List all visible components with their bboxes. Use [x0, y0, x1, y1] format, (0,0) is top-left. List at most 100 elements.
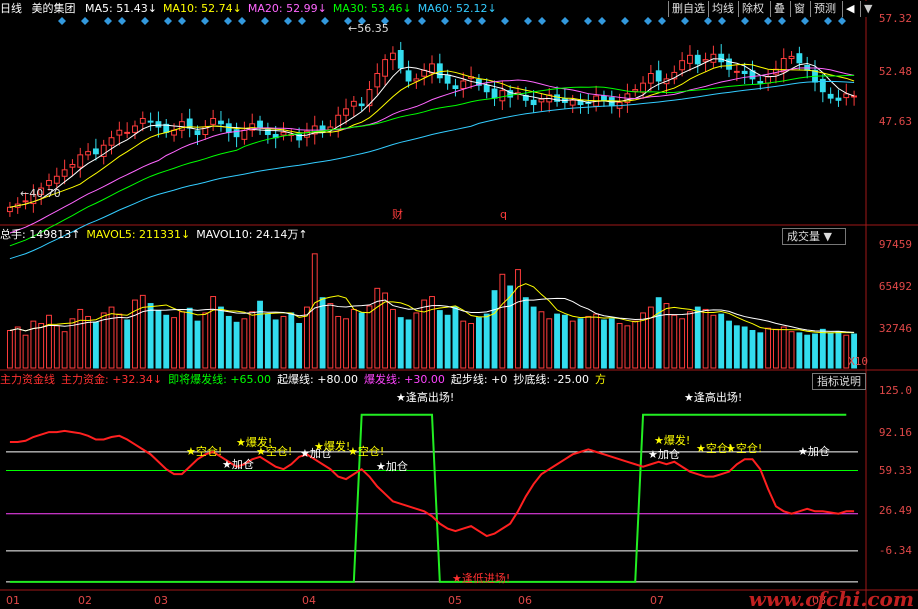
candle-body: [788, 55, 795, 60]
ex-rights-button[interactable]: 除权: [738, 1, 767, 17]
volume-bar: [726, 320, 732, 369]
volume-bar: [272, 319, 279, 369]
volume-bar: [319, 297, 326, 369]
volume-bar: [69, 318, 76, 369]
volume-bar: [429, 296, 435, 369]
overlay-button[interactable]: 叠: [770, 1, 788, 17]
volume-bar: [601, 319, 607, 369]
event-diamond: [524, 17, 532, 25]
volume-bar: [593, 313, 600, 369]
candle-body: [741, 70, 748, 75]
volume-bar: [757, 332, 764, 369]
ma-line-button[interactable]: 均线: [708, 1, 737, 17]
back-arrow-icon[interactable]: ◀: [842, 1, 858, 17]
volume-bar: [358, 312, 365, 369]
indicator-tick-26: 26.49: [878, 504, 912, 517]
window-button[interactable]: 窗: [790, 1, 808, 17]
volume-bar: [389, 308, 396, 369]
candle-body: [53, 175, 60, 184]
event-diamond: [238, 17, 246, 25]
candle-body: [679, 60, 686, 71]
high-price-mark: ←56.35: [348, 22, 389, 35]
volume-bar: [85, 315, 91, 369]
candle-body: [69, 163, 76, 168]
low-price-mark: ←40.70: [20, 187, 61, 200]
ma-value-3: MA30: 53.46↓: [332, 2, 412, 15]
volume-bar: [374, 287, 381, 369]
candle-body: [460, 80, 467, 89]
volume-bar: [38, 322, 45, 369]
event-diamond: [224, 17, 232, 25]
candle-body: [108, 137, 115, 146]
expand-icon[interactable]: ▼: [860, 1, 876, 17]
volume-bar: [530, 306, 537, 369]
volume-bar: [733, 325, 740, 369]
volume-bar: [280, 315, 287, 369]
event-diamond: [478, 17, 486, 25]
candle-body: [436, 63, 443, 79]
volume-tick-mid: 65492: [878, 280, 912, 293]
x-label-02: 02: [78, 594, 92, 607]
volume-bar: [546, 318, 553, 369]
candle-body: [538, 98, 545, 103]
volume-bar: [624, 325, 631, 369]
x-label-04: 04: [302, 594, 316, 607]
ma-value-4: MA60: 52.12↓: [417, 2, 497, 15]
volume-bar: [335, 315, 342, 369]
event-diamond: [441, 17, 449, 25]
candle-body: [358, 103, 365, 107]
ma-line-30: [9, 74, 855, 247]
event-diamond: [141, 17, 149, 25]
event-diamond: [538, 17, 546, 25]
volume-bar: [124, 319, 131, 369]
price-tick-mid: 52.48: [878, 65, 912, 78]
candle-body: [132, 125, 138, 133]
event-diamond: [118, 17, 126, 25]
volume-bar: [835, 331, 842, 369]
volume-bar: [343, 318, 349, 369]
volume-bar: [460, 320, 467, 369]
delete-favorite-button[interactable]: 删自选: [668, 1, 708, 17]
candle-body: [530, 99, 537, 106]
candle-body: [718, 53, 725, 63]
volume-bar: [749, 330, 756, 369]
volume-bar: [14, 326, 21, 369]
candle-body: [444, 74, 451, 84]
volume-tick-low: 32746: [878, 322, 912, 335]
volume-bar: [522, 297, 529, 369]
volume-bar: [116, 313, 123, 369]
forecast-button[interactable]: 预测: [810, 1, 839, 17]
chart-canvas[interactable]: ←56.35←40.70财 q★空仓!★加仓★爆发!★空仓! ★加仓★爆发!★空仓!…: [0, 0, 918, 609]
indicator-tick-92: 92.16: [878, 426, 912, 439]
volume-selector[interactable]: 成交量 ▼: [782, 228, 846, 245]
event-diamond: [298, 17, 306, 25]
indicator-stat-2: 即将爆发线: +65.00: [168, 373, 272, 386]
volume-bar: [92, 321, 99, 369]
volume-bar: [186, 307, 193, 369]
candle-body: [194, 130, 201, 136]
volume-bar: [561, 314, 568, 369]
indicator-explain-button[interactable]: 指标说明: [812, 373, 866, 390]
volume-bar: [46, 314, 52, 369]
ma-value-1: MA10: 52.74↓: [162, 2, 242, 15]
volume-bar: [171, 317, 177, 369]
volume-bar: [475, 317, 482, 369]
event-diamond: [58, 17, 66, 25]
volume-bar: [796, 332, 803, 369]
volume-bar: [264, 313, 271, 369]
signal-label: ★逢低进场!: [452, 571, 510, 585]
price-info-bar: 日线 美的集团 MA5: 51.43↓ MA10: 52.74↓ MA20: 52.…: [0, 1, 509, 17]
volume-bar: [577, 318, 584, 369]
indicator-tick-59: 59.33: [878, 464, 912, 477]
volume-bar: [468, 322, 475, 369]
event-diamond: [464, 17, 472, 25]
ma-line-10: [9, 63, 855, 208]
volume-bar: [608, 318, 615, 369]
volume-bar: [218, 306, 224, 369]
volume-bar: [671, 314, 678, 369]
candle-body: [155, 121, 162, 128]
candle-body: [350, 100, 357, 107]
candle-body: [77, 154, 84, 168]
event-marker-q: q: [500, 208, 507, 221]
volume-bar: [812, 333, 818, 369]
